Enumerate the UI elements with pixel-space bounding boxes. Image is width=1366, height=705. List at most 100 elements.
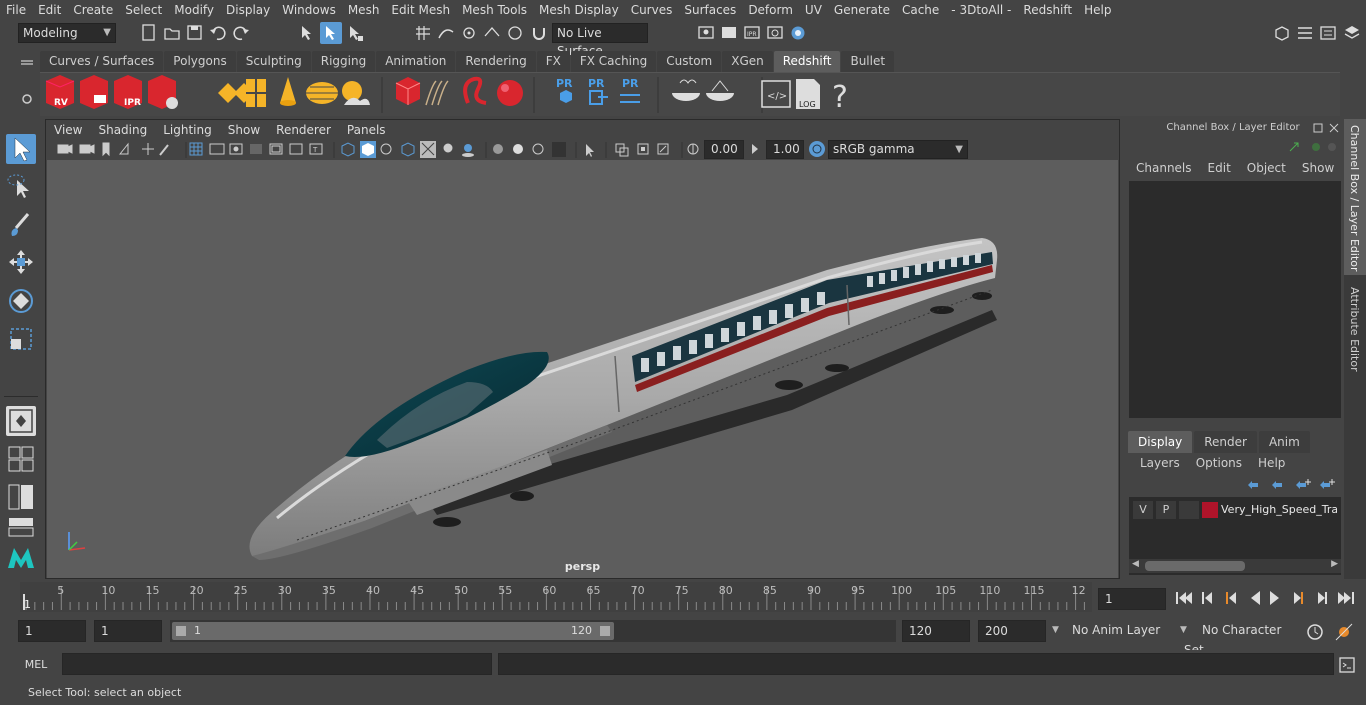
layer-menu-help[interactable]: Help <box>1250 456 1293 470</box>
viewport-menu-renderer[interactable]: Renderer <box>268 123 339 137</box>
layer-type-toggle[interactable] <box>1179 501 1199 519</box>
smooth-shade-icon[interactable] <box>360 141 376 158</box>
channel-box-menu-edit[interactable]: Edit <box>1200 161 1239 175</box>
wireframe-icon[interactable] <box>341 142 355 157</box>
default-material-icon[interactable] <box>380 143 392 155</box>
channel-box-mode-icons[interactable] <box>1286 139 1340 155</box>
grease-pencil-icon[interactable] <box>159 144 169 156</box>
layer-list-hscrollbar[interactable]: ◀ ▶ <box>1129 559 1341 573</box>
tab-rendering[interactable]: Rendering <box>456 51 536 72</box>
3d-viewport[interactable]: persp <box>47 160 1118 578</box>
move-layer-up-icon[interactable] <box>1248 481 1258 489</box>
menu-uv[interactable]: UV <box>799 3 828 17</box>
tab-bullet[interactable]: Bullet <box>841 51 895 72</box>
graph-editor-layout-button[interactable] <box>6 516 36 538</box>
rotate-tool-button[interactable] <box>6 286 36 316</box>
redshift-dome-light-icon[interactable] <box>306 82 338 104</box>
menu-surfaces[interactable]: Surfaces <box>678 3 742 17</box>
side-tab-attribute-editor[interactable]: Attribute Editor <box>1344 279 1366 379</box>
tab-fx[interactable]: FX <box>536 51 570 72</box>
menu-redshift[interactable]: Redshift <box>1017 3 1078 17</box>
menu-cache[interactable]: Cache <box>896 3 945 17</box>
camera-select-icon[interactable] <box>57 144 73 154</box>
channel-list-area[interactable] <box>1129 181 1341 418</box>
menu-select[interactable]: Select <box>119 3 168 17</box>
lasso-tool-button[interactable] <box>6 172 36 202</box>
menu-deform[interactable]: Deform <box>742 3 799 17</box>
pie-export-icon[interactable] <box>672 79 700 101</box>
menu-curves[interactable]: Curves <box>625 3 679 17</box>
paint-select-tool-button[interactable] <box>6 210 36 240</box>
redshift-render-settings-icon[interactable] <box>148 75 178 109</box>
channel-box-menu-channels[interactable]: Channels <box>1130 161 1200 175</box>
redshift-light-spot-icon[interactable] <box>280 77 296 106</box>
pr-volume-icon[interactable]: PR <box>556 77 573 103</box>
menu-windows[interactable]: Windows <box>276 3 342 17</box>
tab-xgen[interactable]: XGen <box>722 51 773 72</box>
exposure-icon[interactable] <box>687 143 699 155</box>
range-end-grip[interactable] <box>600 626 610 636</box>
train-model[interactable] <box>249 238 998 560</box>
single-perspective-view-button[interactable] <box>6 406 36 436</box>
gamma-field[interactable]: 1.00 <box>766 140 804 159</box>
command-language-toggle[interactable]: MEL <box>16 654 56 676</box>
open-scene-icon[interactable] <box>163 24 181 42</box>
range-start-grip[interactable] <box>176 626 186 636</box>
shelf-menu-icon[interactable] <box>18 54 36 112</box>
shadows-icon[interactable] <box>462 144 474 157</box>
script-editor-icon[interactable]: </> <box>761 80 791 108</box>
snap-curve-icon[interactable] <box>437 24 455 42</box>
ambient-occlusion-icon[interactable] <box>493 144 503 154</box>
viewport-menu-view[interactable]: View <box>46 123 90 137</box>
isolate-select-icon[interactable] <box>586 144 594 157</box>
menu-help[interactable]: Help <box>1078 3 1117 17</box>
redshift-tiles-icon[interactable] <box>246 79 266 107</box>
xray-joints-icon[interactable] <box>615 143 629 157</box>
two-d-pan-icon[interactable] <box>142 143 154 155</box>
redshift-ipr-icon[interactable]: IPR <box>114 75 142 109</box>
menu-mesh-display[interactable]: Mesh Display <box>533 3 625 17</box>
image-plane-icon[interactable] <box>118 142 129 155</box>
color-space-dropdown[interactable]: sRGB gamma ▼ <box>828 140 968 159</box>
scale-tool-button[interactable] <box>6 324 36 354</box>
snap-point-icon[interactable] <box>460 24 478 42</box>
step-forward-icon[interactable] <box>1318 592 1327 604</box>
safe-title-icon[interactable]: T <box>309 143 323 155</box>
depth-of-field-icon[interactable] <box>552 142 566 157</box>
redshift-sphere-icon[interactable] <box>497 80 523 106</box>
render-settings-icon[interactable] <box>766 24 784 42</box>
select-object-mode-button[interactable] <box>320 22 342 44</box>
menu-edit-mesh[interactable]: Edit Mesh <box>385 3 456 17</box>
select-hierarchy-icon[interactable] <box>298 24 316 42</box>
gamma-icon[interactable] <box>752 144 758 154</box>
character-set-dropdown[interactable]: ▼ No Character Set <box>1180 620 1302 657</box>
redshift-sun-sky-icon[interactable] <box>342 81 370 105</box>
time-ruler[interactable]: 5 10 15 20 25 30 35 40 45 50 55 60 65 70 75 80 85 90 95 100… <box>20 582 1092 612</box>
select-tool-button[interactable] <box>6 134 36 164</box>
camera-attributes-icon[interactable] <box>79 144 95 154</box>
step-back-icon[interactable] <box>1202 592 1212 604</box>
help-icon[interactable]: ? <box>832 80 848 115</box>
save-scene-icon[interactable] <box>186 24 204 42</box>
menu-display[interactable]: Display <box>220 3 276 17</box>
undo-icon[interactable] <box>209 24 227 42</box>
layer-color-swatch[interactable] <box>1202 502 1218 518</box>
script-editor-open-icon[interactable] <box>1338 656 1356 674</box>
viewport-menu-show[interactable]: Show <box>220 123 268 137</box>
playback-end-field[interactable]: 120 <box>902 620 970 642</box>
range-slider-handle[interactable]: 1 120 <box>172 622 614 640</box>
field-chart-icon[interactable] <box>269 143 283 155</box>
channel-box-menu-object[interactable]: Object <box>1239 161 1294 175</box>
attribute-editor-toggle-icon[interactable] <box>1296 24 1314 42</box>
redshift-material-icon[interactable] <box>395 77 421 105</box>
move-tool-button[interactable] <box>6 248 36 278</box>
hypershade-icon[interactable] <box>789 24 807 42</box>
redo-icon[interactable] <box>232 24 250 42</box>
layer-scroll-thumb[interactable] <box>1145 561 1245 571</box>
tab-polygons[interactable]: Polygons <box>164 51 236 72</box>
select-component-icon[interactable] <box>346 24 364 42</box>
layer-visibility-toggle[interactable]: V <box>1133 501 1153 519</box>
side-tab-channel-box[interactable]: Channel Box / Layer Editor <box>1344 119 1366 275</box>
render-view-icon[interactable] <box>697 24 715 42</box>
viewport-menu-lighting[interactable]: Lighting <box>155 123 220 137</box>
